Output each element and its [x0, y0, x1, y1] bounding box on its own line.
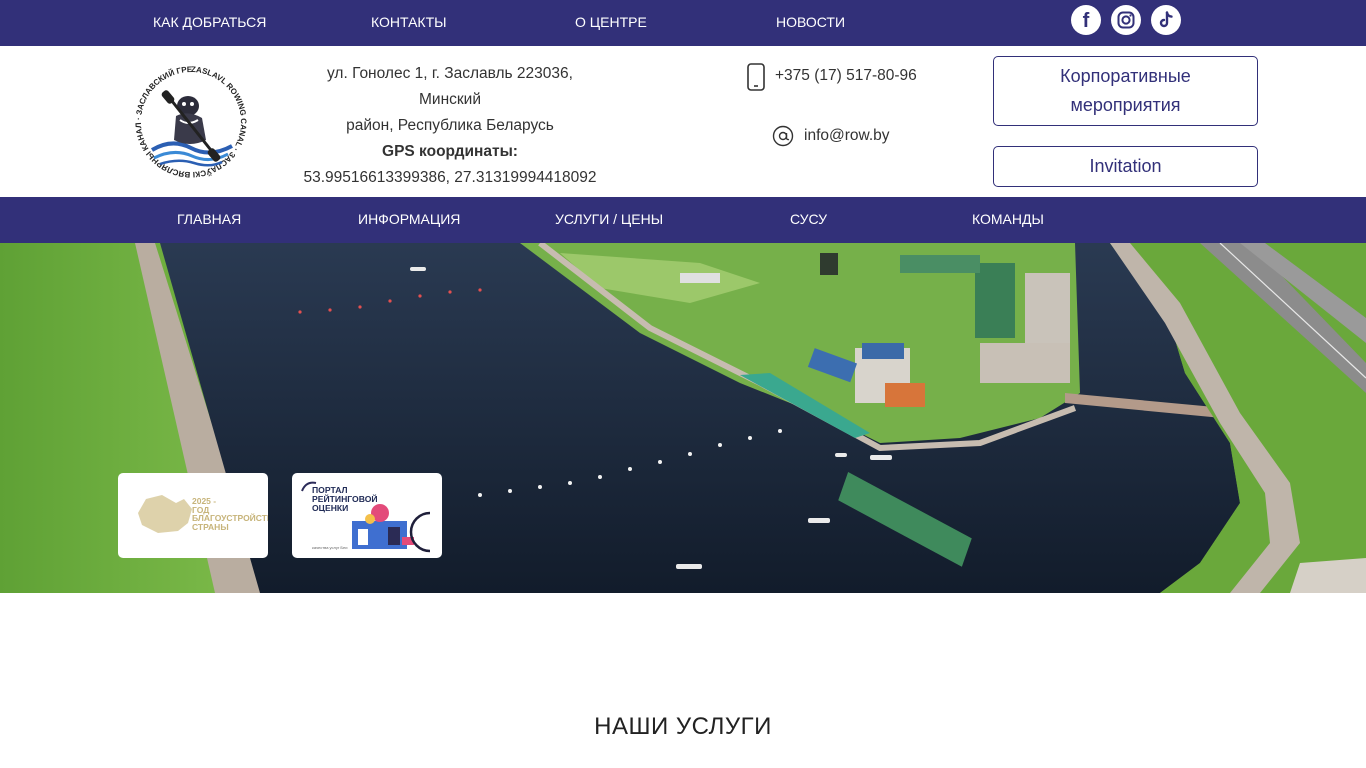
- main-nav-teams[interactable]: КОМАНДЫ: [972, 197, 1044, 243]
- gps-value: 53.99516613399386, 27.31319994418092: [303, 169, 597, 186]
- phone-icon: [746, 63, 766, 96]
- address-line-1: ул. Гонолес 1, г. Заславль 223036, Минск…: [327, 65, 573, 108]
- instagram-icon[interactable]: [1111, 5, 1141, 35]
- email-icon: [772, 125, 794, 152]
- year-banner-text: 2025 - ГОД БЛАГОУСТРОЙСТВА СТРАНЫ: [192, 497, 268, 531]
- main-nav-info[interactable]: ИНФОРМАЦИЯ: [358, 197, 460, 243]
- main-nav-home[interactable]: ГЛАВНАЯ: [177, 197, 241, 243]
- top-nav-news[interactable]: НОВОСТИ: [776, 0, 845, 46]
- site-header: ZASLAVL ROWING CANAL · ЗАСЛАЎСКІ ВЯСЛЯРН…: [0, 46, 1366, 197]
- top-nav-how-to-get[interactable]: КАК ДОБРАТЬСЯ: [153, 0, 266, 46]
- main-nav-services[interactable]: УСЛУГИ / ЦЕНЫ: [555, 197, 663, 243]
- main-nav-susu[interactable]: СУСУ: [790, 197, 827, 243]
- rating-portal-caption: качества услуг Беи: [312, 545, 348, 550]
- top-bar: КАК ДОБРАТЬСЯ КОНТАКТЫ О ЦЕНТРЕ НОВОСТИ …: [0, 0, 1366, 46]
- services-section-title: НАШИ УСЛУГИ: [594, 713, 772, 740]
- rating-portal-text: ПОРТАЛ РЕЙТИНГОВОЙ ОЦЕНКИ: [312, 486, 378, 513]
- email-link[interactable]: info@row.by: [804, 127, 890, 145]
- invitation-button[interactable]: Invitation: [993, 146, 1258, 187]
- gps-label: GPS координаты:: [382, 143, 518, 160]
- address-block: ул. Гонолес 1, г. Заславль 223036, Минск…: [300, 61, 600, 191]
- phone-link[interactable]: +375 (17) 517-80-96: [775, 67, 917, 85]
- facebook-icon[interactable]: f: [1071, 5, 1101, 35]
- corporate-events-label-2: мероприятия: [1070, 95, 1181, 115]
- top-nav-contacts[interactable]: КОНТАКТЫ: [371, 0, 447, 46]
- site-logo[interactable]: ZASLAVL ROWING CANAL · ЗАСЛАЎСКІ ВЯСЛЯРН…: [125, 51, 254, 186]
- tiktok-glyph: [1159, 11, 1173, 28]
- top-nav-about[interactable]: О ЦЕНТРЕ: [575, 0, 647, 46]
- tiktok-icon[interactable]: [1151, 5, 1181, 35]
- hero-aerial-image: 2025 - ГОД БЛАГОУСТРОЙСТВА СТРАНЫ ПОРТАЛ…: [0, 243, 1366, 593]
- year-of-improvement-banner[interactable]: 2025 - ГОД БЛАГОУСТРОЙСТВА СТРАНЫ: [118, 473, 268, 558]
- address-line-2: район, Республика Беларусь: [346, 117, 554, 134]
- rating-portal-banner[interactable]: ПОРТАЛ РЕЙТИНГОВОЙ ОЦЕНКИ качества услуг…: [292, 473, 442, 558]
- instagram-glyph: [1117, 11, 1135, 29]
- corporate-events-button[interactable]: Корпоративные мероприятия: [993, 56, 1258, 126]
- year-banner-line-4: СТРАНЫ: [192, 521, 229, 532]
- facebook-glyph: f: [1082, 9, 1090, 32]
- corporate-events-label-1: Корпоративные: [1060, 66, 1191, 86]
- main-nav: ГЛАВНАЯ ИНФОРМАЦИЯ УСЛУГИ / ЦЕНЫ СУСУ КО…: [0, 197, 1366, 243]
- rating-portal-line-3: ОЦЕНКИ: [312, 503, 349, 513]
